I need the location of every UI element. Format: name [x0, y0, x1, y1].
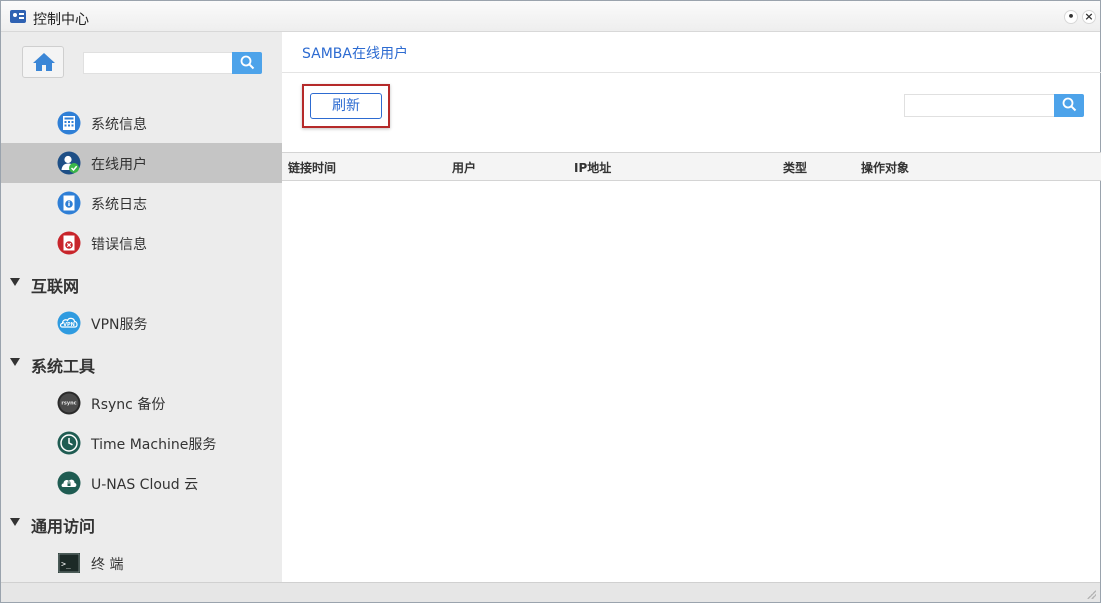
sidebar-item-label: 系统日志 [91, 197, 147, 213]
section-general-access[interactable]: 通用访问 [1, 503, 282, 543]
terminal-icon-text: >_ [61, 560, 71, 569]
home-icon [33, 53, 55, 71]
cloud-icon [57, 471, 81, 495]
collapse-triangle-icon [10, 358, 20, 366]
resize-grip-icon[interactable] [1086, 589, 1096, 599]
svg-text:VPN: VPN [63, 322, 75, 328]
online-users-icon [57, 151, 81, 175]
column-header-target[interactable]: 操作对象 [861, 159, 909, 176]
status-bar [1, 582, 1100, 602]
sidebar-item-time-machine[interactable]: Time Machine服务 [1, 423, 282, 463]
column-header-type[interactable]: 类型 [783, 159, 807, 176]
sidebar-item-unas-cloud[interactable]: U-NAS Cloud 云 [1, 463, 282, 503]
column-header-user[interactable]: 用户 [452, 159, 476, 176]
sidebar-item-vpn[interactable]: VPN VPN服务 [1, 303, 282, 343]
sidebar-item-system-log[interactable]: 系统日志 [1, 183, 282, 223]
rsync-icon-text: rsync [61, 401, 76, 407]
system-info-icon [57, 111, 81, 135]
sidebar: 系统信息 在线用户 系统日志 错误信息 互联网 VPN VPN服务 系统工具 r… [1, 32, 282, 582]
main-search-button[interactable] [1054, 94, 1084, 117]
control-center-app-icon [10, 10, 26, 23]
section-system-tools[interactable]: 系统工具 [1, 343, 282, 383]
section-internet[interactable]: 互联网 [1, 263, 282, 303]
terminal-icon: >_ [58, 553, 80, 573]
sidebar-item-error-info[interactable]: 错误信息 [1, 223, 282, 263]
rsync-icon: rsync [57, 391, 81, 415]
system-log-icon [57, 191, 81, 215]
sidebar-item-label: 错误信息 [91, 237, 147, 253]
sidebar-item-online-users[interactable]: 在线用户 [1, 143, 282, 183]
page-title: SAMBA在线用户 [302, 46, 408, 62]
sidebar-search-input[interactable] [83, 52, 233, 74]
sidebar-item-rsync[interactable]: rsync Rsync 备份 [1, 383, 282, 423]
section-label: 互联网 [31, 277, 80, 296]
main-search-input[interactable] [904, 94, 1056, 117]
search-icon [1062, 97, 1077, 112]
sidebar-item-terminal[interactable]: >_ 终 端 [1, 543, 282, 583]
sidebar-item-label: VPN服务 [91, 317, 148, 333]
close-button[interactable]: × [1082, 10, 1096, 24]
control-center-window: 控制中心 • × 系统信息 在线用户 系统日志 错误信息 互联网 VPN VPN… [0, 0, 1101, 603]
column-header-connection-time[interactable]: 链接时间 [288, 159, 336, 176]
vpn-icon: VPN [57, 311, 81, 335]
window-title: 控制中心 [33, 12, 89, 28]
time-machine-icon [57, 431, 81, 455]
error-info-icon [57, 231, 81, 255]
title-bar[interactable]: 控制中心 • × [1, 1, 1100, 32]
header-divider [282, 72, 1101, 73]
collapse-triangle-icon [10, 518, 20, 526]
sidebar-item-label: U-NAS Cloud 云 [91, 477, 199, 493]
sidebar-search-button[interactable] [232, 52, 262, 74]
sidebar-item-system-info[interactable]: 系统信息 [1, 103, 282, 143]
sidebar-item-label: 系统信息 [91, 117, 147, 133]
table-header: 链接时间 用户 IP地址 类型 操作对象 [282, 152, 1101, 181]
section-label: 系统工具 [31, 357, 96, 376]
sidebar-item-label: 终 端 [91, 557, 124, 573]
home-button[interactable] [22, 46, 64, 78]
sidebar-item-label: 在线用户 [91, 157, 147, 173]
collapse-triangle-icon [10, 278, 20, 286]
column-header-ip-address[interactable]: IP地址 [574, 159, 611, 176]
sidebar-item-label: Time Machine服务 [91, 437, 217, 453]
section-label: 通用访问 [31, 517, 96, 536]
refresh-button[interactable]: 刷新 [310, 93, 382, 119]
sidebar-item-label: Rsync 备份 [91, 397, 166, 413]
search-icon [240, 55, 255, 70]
minimize-button[interactable]: • [1064, 10, 1078, 24]
